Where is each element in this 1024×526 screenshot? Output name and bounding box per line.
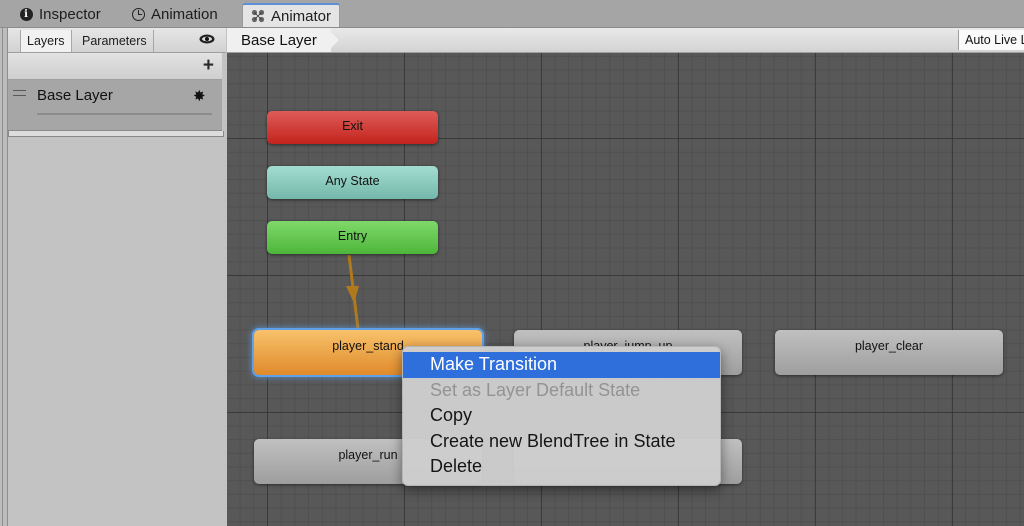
layers-panel: Layers Parameters + Base Layer ✸ — [0, 28, 226, 526]
menu-item-create-blendtree[interactable]: Create new BlendTree in State — [403, 429, 720, 455]
state-node-entry[interactable]: Entry — [267, 221, 438, 254]
drag-handle-icon[interactable] — [13, 90, 26, 96]
layer-weight-bar — [37, 113, 212, 115]
state-label: Any State — [325, 174, 380, 188]
state-label: Entry — [337, 229, 368, 243]
window-tab-strip: i Inspector Animation Animator — [0, 0, 1024, 28]
tab-animator[interactable]: Animator — [242, 3, 341, 27]
context-menu: Make Transition Set as Layer Default Sta… — [402, 346, 721, 486]
gear-icon[interactable]: ✸ — [193, 87, 206, 105]
tab-label: Animator — [271, 7, 332, 25]
tab-layers[interactable]: Layers — [20, 30, 72, 52]
menu-item-delete[interactable]: Delete — [403, 454, 720, 480]
breadcrumb-item-base-layer[interactable]: Base Layer — [227, 28, 331, 52]
clock-icon — [131, 7, 145, 21]
layer-item[interactable]: Base Layer ✸ — [8, 80, 222, 131]
state-label: player_stand — [332, 339, 404, 353]
panel-splitter[interactable] — [0, 28, 8, 526]
tab-animation[interactable]: Animation — [131, 3, 218, 25]
tab-label: Inspector — [39, 5, 101, 23]
state-node-any-state[interactable]: Any State — [267, 166, 438, 199]
state-label: player_clear — [854, 339, 924, 353]
eye-icon[interactable] — [199, 34, 215, 44]
layers-parameters-tabs: Layers Parameters — [8, 28, 226, 53]
menu-item-copy[interactable]: Copy — [403, 403, 720, 429]
state-node-player-clear[interactable]: player_clear — [775, 330, 1003, 375]
breadcrumb: Base Layer Auto Live Link — [227, 28, 1024, 53]
info-icon: i — [19, 7, 33, 21]
layer-list-footer — [8, 131, 224, 137]
tab-inspector[interactable]: i Inspector — [19, 3, 101, 25]
state-label: player_run — [338, 448, 398, 462]
auto-live-link-toggle[interactable]: Auto Live Link — [958, 30, 1024, 50]
menu-item-make-transition[interactable]: Make Transition — [403, 352, 720, 378]
breadcrumb-arrow — [327, 28, 339, 52]
layer-name: Base Layer — [37, 87, 113, 104]
add-layer-bar: + — [8, 53, 222, 80]
state-node-exit[interactable]: Exit — [267, 111, 438, 144]
transition-arrow-icon — [346, 286, 359, 303]
tab-parameters[interactable]: Parameters — [76, 30, 154, 52]
add-layer-button[interactable]: + — [203, 56, 214, 76]
tab-label: Animation — [151, 5, 218, 23]
animator-icon — [251, 9, 265, 23]
menu-item-set-default-state: Set as Layer Default State — [430, 379, 641, 400]
state-label: Exit — [342, 119, 363, 133]
